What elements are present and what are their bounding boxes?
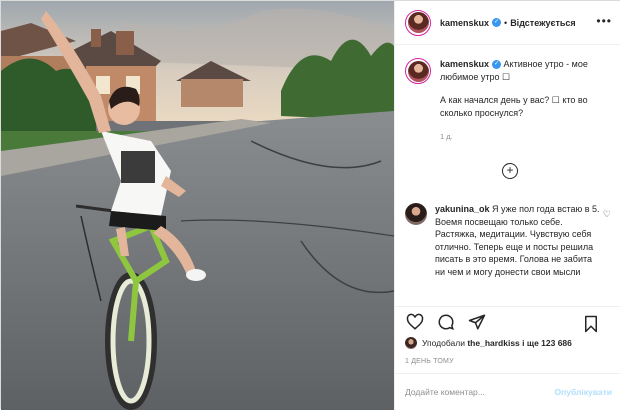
more-horizontal-icon[interactable]: ••• <box>596 14 612 28</box>
caption-question: А как начался день у вас? ☐ кто во сколь… <box>440 95 588 118</box>
follow-status-button[interactable]: Відстежується <box>510 18 575 28</box>
author-avatar[interactable] <box>405 9 431 36</box>
caption-username[interactable]: kamenskux <box>440 59 489 69</box>
instagram-post-modal: kamenskux ✓ • Відстежується ••• kamensku… <box>0 0 620 410</box>
comment-like-heart-icon[interactable]: ♡ <box>603 209 611 220</box>
verified-badge-icon: ✓ <box>492 18 502 27</box>
comment-username[interactable]: yakunina_ok <box>435 204 490 214</box>
commenter-avatar[interactable] <box>405 203 427 225</box>
post-timestamp[interactable]: 1 день тому <box>405 358 454 365</box>
publish-button[interactable]: Опублікувати <box>555 387 612 397</box>
caption-time[interactable]: 1 д. <box>440 130 612 143</box>
separator-dot: • <box>504 17 508 28</box>
post-header: kamenskux ✓ • Відстежується ••• <box>395 1 620 45</box>
post-photo[interactable] <box>1 1 394 410</box>
comment-body: yakunina_ok Я уже пол года встаю в 5. Во… <box>435 203 600 278</box>
bookmark-icon[interactable] <box>581 314 601 334</box>
paper-plane-icon[interactable] <box>467 312 487 332</box>
author-username[interactable]: kamenskux <box>440 18 489 28</box>
add-comment-bar: Додайте коментар... Опублікувати <box>395 373 620 410</box>
likes-summary: Уподобали the_hardkiss і ще 123 686 <box>405 337 572 349</box>
action-bar <box>395 306 620 336</box>
likes-prefix: Уподобали <box>422 338 465 348</box>
liker-username[interactable]: the_hardkiss <box>467 338 519 348</box>
caption-avatar[interactable] <box>405 58 431 84</box>
comment-text: Я уже пол года встаю в 5. Воемя посвещаю… <box>435 204 600 277</box>
liker-avatar[interactable] <box>405 337 417 349</box>
likes-count[interactable]: і ще 123 686 <box>522 338 572 348</box>
plus-circle-icon[interactable]: + <box>502 163 518 179</box>
comment-item: yakunina_ok Я уже пол года встаю в 5. Во… <box>405 203 615 278</box>
comment-icon[interactable] <box>436 312 456 332</box>
heart-icon[interactable] <box>405 312 425 332</box>
caption-body: kamenskux ✓ Активное утро - мое любимое у… <box>440 58 612 143</box>
comment-input[interactable]: Додайте коментар... <box>405 387 555 397</box>
post-caption: kamenskux ✓ Активное утро - мое любимое у… <box>405 58 612 143</box>
post-side-panel: kamenskux ✓ • Відстежується ••• kamensku… <box>394 1 620 410</box>
caption-verified-badge-icon: ✓ <box>492 60 502 70</box>
